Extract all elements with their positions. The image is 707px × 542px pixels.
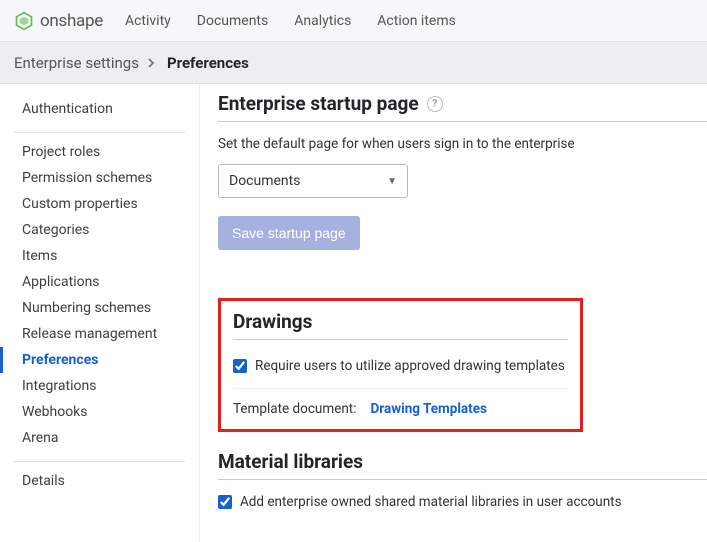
startup-desc: Set the default page for when users sign… [218,136,707,152]
logo[interactable]: onshape [14,11,103,31]
topnav-analytics[interactable]: Analytics [294,13,351,29]
sidebar-item-numbering-schemes[interactable]: Numbering schemes [0,295,185,321]
materials-section: Material libraries Add enterprise owned … [218,450,707,510]
startup-heading: Enterprise startup page [218,92,419,115]
sidebar-item-preferences[interactable]: Preferences [0,347,185,373]
sidebar-item-items[interactable]: Items [0,243,185,269]
materials-heading: Material libraries [218,450,363,473]
help-icon[interactable]: ? [427,96,443,112]
drawings-section-highlight: Drawings Require users to utilize approv… [218,298,583,432]
template-document-link[interactable]: Drawing Templates [371,401,487,417]
sidebar-item-release-management[interactable]: Release management [0,321,185,347]
topnav-action-items[interactable]: Action items [377,13,456,29]
topbar: onshape Activity Documents Analytics Act… [0,0,707,42]
onshape-logo-icon [14,11,34,31]
topnav-documents[interactable]: Documents [197,13,268,29]
require-templates-checkbox[interactable] [233,359,247,373]
sidebar-item-integrations[interactable]: Integrations [0,373,185,399]
save-startup-button[interactable]: Save startup page [218,216,360,250]
startup-page-select[interactable]: Documents ▼ [218,164,408,198]
template-document-label: Template document: [233,401,357,417]
topnav-activity[interactable]: Activity [125,13,171,29]
materials-checkbox-label: Add enterprise owned shared material lib… [240,494,622,510]
caret-down-icon: ▼ [387,176,397,187]
breadcrumb-parent[interactable]: Enterprise settings [14,54,139,72]
sidebar-item-project-roles[interactable]: Project roles [0,139,185,165]
require-templates-label: Require users to utilize approved drawin… [255,358,565,374]
sidebar: Authentication Project roles Permission … [0,84,200,542]
topnav: Activity Documents Analytics Action item… [125,13,456,29]
breadcrumb-current: Preferences [167,54,249,72]
sidebar-item-arena[interactable]: Arena [0,425,185,451]
sidebar-item-categories[interactable]: Categories [0,217,185,243]
materials-checkbox[interactable] [218,495,232,509]
content: Enterprise startup page ? Set the defaul… [200,84,707,542]
sidebar-item-authentication[interactable]: Authentication [0,96,185,122]
chevron-right-icon [147,54,155,72]
sidebar-item-applications[interactable]: Applications [0,269,185,295]
sidebar-item-custom-properties[interactable]: Custom properties [0,191,185,217]
brand-name: onshape [40,11,103,31]
startup-select-value: Documents [229,173,300,189]
sidebar-item-details[interactable]: Details [0,468,185,494]
sidebar-item-permission-schemes[interactable]: Permission schemes [0,165,185,191]
drawings-heading: Drawings [233,310,312,333]
startup-section: Enterprise startup page ? Set the defaul… [218,92,707,276]
sidebar-item-webhooks[interactable]: Webhooks [0,399,185,425]
breadcrumb: Enterprise settings Preferences [0,42,707,84]
